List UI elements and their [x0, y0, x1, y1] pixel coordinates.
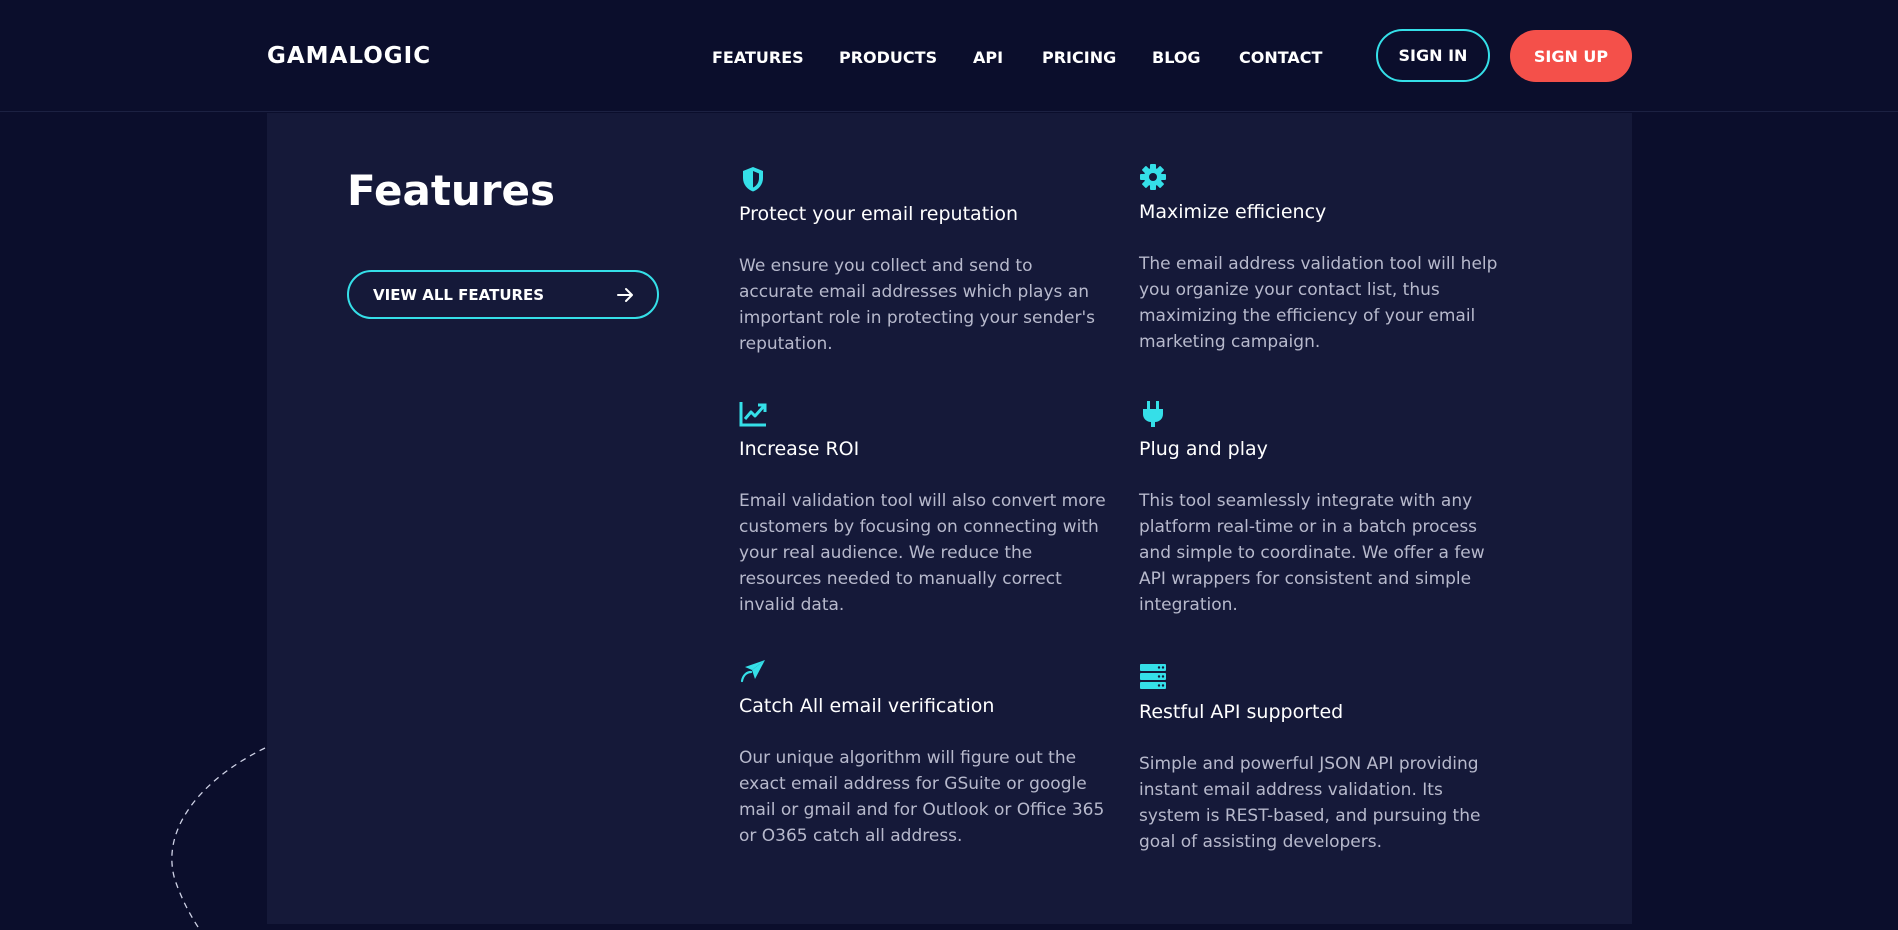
feature-description: The email address validation tool will h…	[1139, 254, 1498, 352]
feature-catch-all-verification: Catch All email verification Our unique …	[739, 657, 1109, 849]
view-all-features-button[interactable]: VIEW ALL FEATURES	[347, 270, 659, 319]
nav-blog[interactable]: BLOG	[1152, 48, 1201, 67]
section-title: Features	[347, 166, 555, 215]
feature-description: Our unique algorithm will figure out the…	[739, 748, 1105, 846]
decorative-dashed-arc	[171, 747, 266, 930]
nav-products[interactable]: PRODUCTS	[839, 48, 937, 67]
shield-icon	[743, 167, 763, 192]
top-header: GAMALOGIC FEATURES PRODUCTS API PRICING …	[0, 0, 1898, 112]
feature-increase-roi: Increase ROI Email validation tool will …	[739, 400, 1109, 618]
chart-line-icon	[739, 402, 767, 427]
arrow-right-icon	[617, 287, 633, 302]
feature-title: Restful API supported	[1139, 701, 1344, 723]
feature-title: Increase ROI	[739, 438, 860, 460]
feature-title: Protect your email reputation	[739, 203, 1019, 225]
server-icon	[1140, 664, 1166, 689]
nav-api[interactable]: API	[973, 48, 1003, 67]
feature-title: Maximize efficiency	[1139, 201, 1327, 223]
nav-contact[interactable]: CONTACT	[1239, 48, 1322, 67]
feature-protect-reputation: Protect your email reputation We ensure …	[739, 165, 1109, 357]
feature-description: Simple and powerful JSON API providing i…	[1139, 754, 1481, 852]
feature-description: This tool seamlessly integrate with any …	[1139, 491, 1485, 615]
brand-logo[interactable]: GAMALOGIC	[267, 43, 431, 69]
feature-maximize-efficiency: Maximize efficiency The email address va…	[1139, 163, 1509, 355]
feature-title: Catch All email verification	[739, 695, 995, 717]
sign-up-button[interactable]: SIGN UP	[1510, 30, 1632, 82]
sign-in-button[interactable]: SIGN IN	[1376, 29, 1490, 82]
nav-pricing[interactable]: PRICING	[1042, 48, 1116, 67]
feature-title: Plug and play	[1139, 438, 1268, 460]
plug-icon	[1143, 401, 1163, 427]
paper-plane-icon	[740, 660, 765, 683]
feature-description: We ensure you collect and send to accura…	[739, 256, 1096, 354]
feature-description: Email validation tool will also convert …	[739, 491, 1106, 615]
view-all-features-label: VIEW ALL FEATURES	[373, 285, 545, 304]
feature-plug-and-play: Plug and play This tool seamlessly integ…	[1139, 400, 1509, 618]
feature-restful-api: Restful API supported Simple and powerfu…	[1139, 663, 1509, 855]
gear-icon	[1140, 164, 1166, 190]
nav-features[interactable]: FEATURES	[712, 48, 804, 67]
